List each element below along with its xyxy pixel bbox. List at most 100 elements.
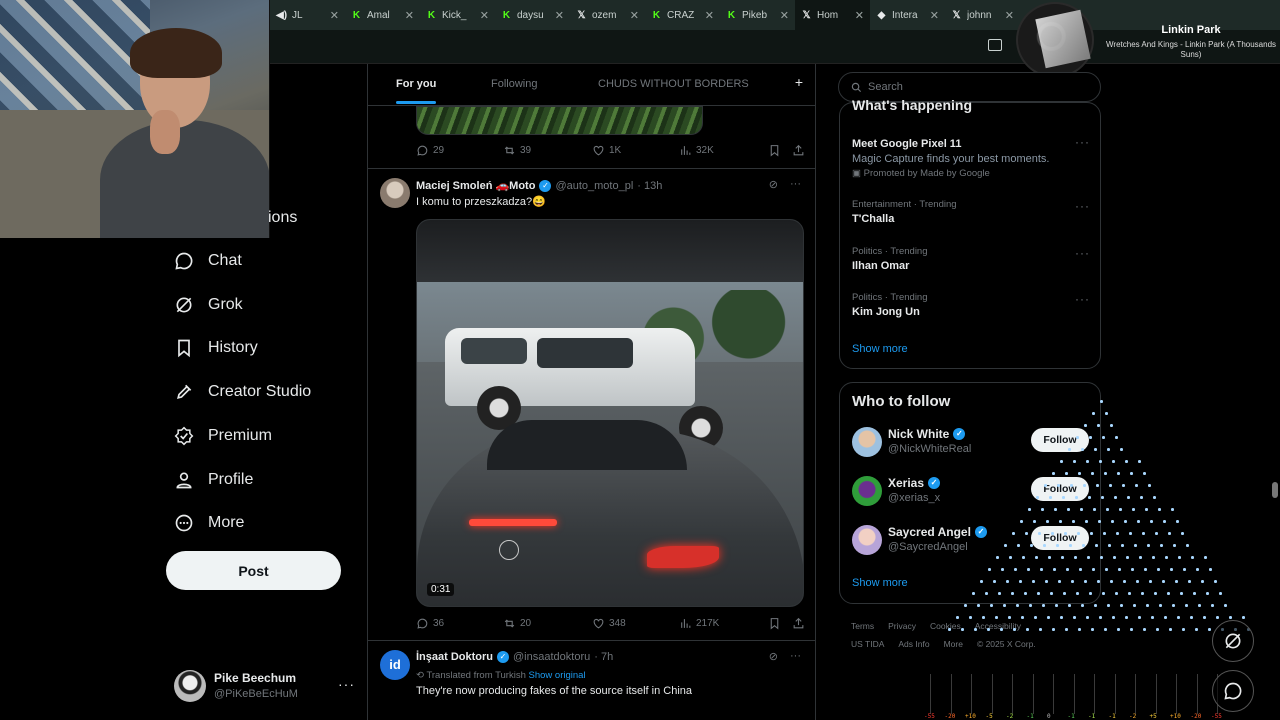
more-icon[interactable]: ···: [338, 676, 355, 692]
browser-tab[interactable]: 𝕏johnn ✕: [945, 0, 1020, 30]
show-original-link[interactable]: Show original: [529, 670, 586, 681]
post-author-handle[interactable]: @auto_moto_pl: [555, 180, 633, 192]
follow-button[interactable]: Follow: [1031, 477, 1089, 501]
footer-link[interactable]: Privacy: [888, 621, 916, 631]
post-author-name[interactable]: Maciej Smoleń 🚗Moto: [416, 179, 535, 192]
kick-icon: K: [727, 9, 736, 21]
follow-button[interactable]: Follow: [1031, 526, 1089, 550]
scrollbar-thumb[interactable]: [1272, 482, 1278, 498]
decorative-dot: [1211, 604, 1214, 607]
follow-suggestion[interactable]: Nick White ✓ @NickWhiteReal Follow: [852, 425, 1090, 459]
close-icon[interactable]: ✕: [480, 9, 489, 22]
browser-tab[interactable]: K Pikeb ✕: [720, 0, 795, 30]
nav-item-profile[interactable]: Profile: [174, 465, 253, 495]
follow-suggestion[interactable]: Xerias ✓ @xerias_x Follow: [852, 474, 1090, 508]
account-switcher[interactable]: Pike Beechum @PiKeBeEcHuM ···: [174, 668, 354, 708]
nav-item-chat[interactable]: Chat: [174, 246, 242, 276]
browser-tab[interactable]: ◆ Intera ✕: [870, 0, 945, 30]
likes-action[interactable]: 1K: [592, 144, 621, 157]
footer-link[interactable]: Terms: [851, 621, 874, 631]
nav-item-history[interactable]: History: [174, 333, 258, 363]
decorative-dot: [1103, 532, 1106, 535]
close-icon[interactable]: ✕: [630, 9, 639, 22]
decorative-dot: [1193, 592, 1196, 595]
post-button[interactable]: Post: [166, 551, 341, 590]
browser-tab[interactable]: K Amal ✕: [345, 0, 420, 30]
trend-item[interactable]: Entertainment · Trending T'Challa ···: [852, 199, 1090, 225]
bookmark-action[interactable]: [768, 617, 781, 630]
footer-link[interactable]: Cookies: [930, 621, 961, 631]
close-icon[interactable]: ✕: [930, 9, 939, 22]
follow-suggestion[interactable]: Saycred Angel ✓ @SaycredAngel Follow: [852, 523, 1090, 557]
footer-link[interactable]: Ads Info: [898, 639, 929, 649]
nav-item-premium[interactable]: Premium: [174, 421, 272, 451]
more-icon[interactable]: ···: [1075, 246, 1090, 260]
more-icon[interactable]: ···: [790, 650, 801, 663]
browser-tab[interactable]: 𝕏 Hom ✕: [795, 0, 870, 30]
more-icon[interactable]: ···: [1075, 135, 1090, 149]
trend-item[interactable]: Meet Google Pixel 11 Magic Capture finds…: [852, 135, 1090, 179]
share-action[interactable]: [792, 617, 805, 630]
grok-icon[interactable]: ⊘: [769, 178, 778, 191]
tab-following[interactable]: Following: [491, 78, 537, 90]
close-icon[interactable]: ✕: [780, 9, 789, 22]
previous-post-media[interactable]: [416, 106, 703, 135]
nav-item-grok[interactable]: Grok: [174, 290, 243, 320]
show-more-link[interactable]: Show more: [852, 343, 908, 355]
footer-link[interactable]: Accessibility: [975, 621, 1021, 631]
nav-item-notifications-partial[interactable]: ions: [268, 209, 297, 227]
browser-tab[interactable]: Kdaysu ✕: [495, 0, 570, 30]
close-icon[interactable]: ✕: [555, 9, 564, 22]
footer-link[interactable]: US TIDA: [851, 639, 884, 649]
decorative-dot: [1101, 496, 1104, 499]
close-icon[interactable]: ✕: [330, 9, 339, 22]
tab-chuds-without-borders[interactable]: CHUDS WITHOUT BORDERS: [598, 78, 749, 90]
decorative-dot: [1139, 556, 1142, 559]
bookmark-action[interactable]: [768, 144, 781, 157]
trend-subtitle: Magic Capture finds your best moments.: [852, 153, 1050, 165]
reposts-action[interactable]: 39: [503, 144, 531, 157]
post-author-handle[interactable]: @insaatdoktoru: [513, 651, 590, 663]
more-icon[interactable]: ···: [1075, 199, 1090, 213]
post-time[interactable]: · 7h: [594, 651, 613, 663]
reposts-count: 39: [520, 145, 532, 156]
trend-item[interactable]: Politics · Trending Kim Jong Un ···: [852, 292, 1090, 318]
decorative-dot: [1155, 532, 1158, 535]
post-author-name[interactable]: İnşaat Doktoru: [416, 651, 493, 663]
show-more-link[interactable]: Show more: [852, 577, 908, 589]
post-time[interactable]: · 13h: [637, 180, 662, 192]
avatar[interactable]: id: [380, 650, 410, 680]
close-icon[interactable]: ✕: [855, 9, 864, 22]
replies-action[interactable]: 29: [416, 144, 444, 157]
video-player[interactable]: 0:31: [416, 219, 804, 607]
close-icon[interactable]: ✕: [705, 9, 714, 22]
browser-tab[interactable]: 𝕏ozem ✕: [570, 0, 645, 30]
footer-link[interactable]: More: [944, 639, 963, 649]
share-action[interactable]: [792, 144, 805, 157]
nav-item-more[interactable]: More: [174, 508, 244, 538]
browser-tab[interactable]: K Kick_ ✕: [420, 0, 495, 30]
messages-float-button[interactable]: [1212, 670, 1254, 712]
browser-tab[interactable]: K CRAZ ✕: [645, 0, 720, 30]
likes-action[interactable]: 348: [592, 617, 626, 630]
footer-link[interactable]: © 2025 X Corp.: [977, 639, 1036, 649]
nav-item-creator-studio[interactable]: Creator Studio: [174, 377, 311, 407]
grok-icon[interactable]: ⊘: [769, 650, 778, 663]
avatar[interactable]: [380, 178, 410, 208]
reposts-action[interactable]: 20: [503, 617, 531, 630]
trend-item[interactable]: Politics · Trending Ilhan Omar ···: [852, 246, 1090, 272]
decorative-dot: [1122, 484, 1125, 487]
cast-icon[interactable]: [988, 39, 1002, 51]
add-tab-icon[interactable]: +: [795, 74, 803, 90]
replies-action[interactable]: 36: [416, 617, 444, 630]
grok-float-button[interactable]: [1212, 620, 1254, 662]
tab-for-you[interactable]: For you: [396, 78, 436, 90]
more-icon[interactable]: ···: [1075, 292, 1090, 306]
follow-button[interactable]: Follow: [1031, 428, 1089, 452]
views-action[interactable]: 32K: [679, 144, 714, 157]
browser-tab[interactable]: ◀) JL ✕: [270, 0, 345, 30]
close-icon[interactable]: ✕: [405, 9, 414, 22]
more-icon[interactable]: ···: [790, 178, 801, 191]
views-action[interactable]: 217K: [679, 617, 719, 630]
avatar: [852, 427, 882, 457]
